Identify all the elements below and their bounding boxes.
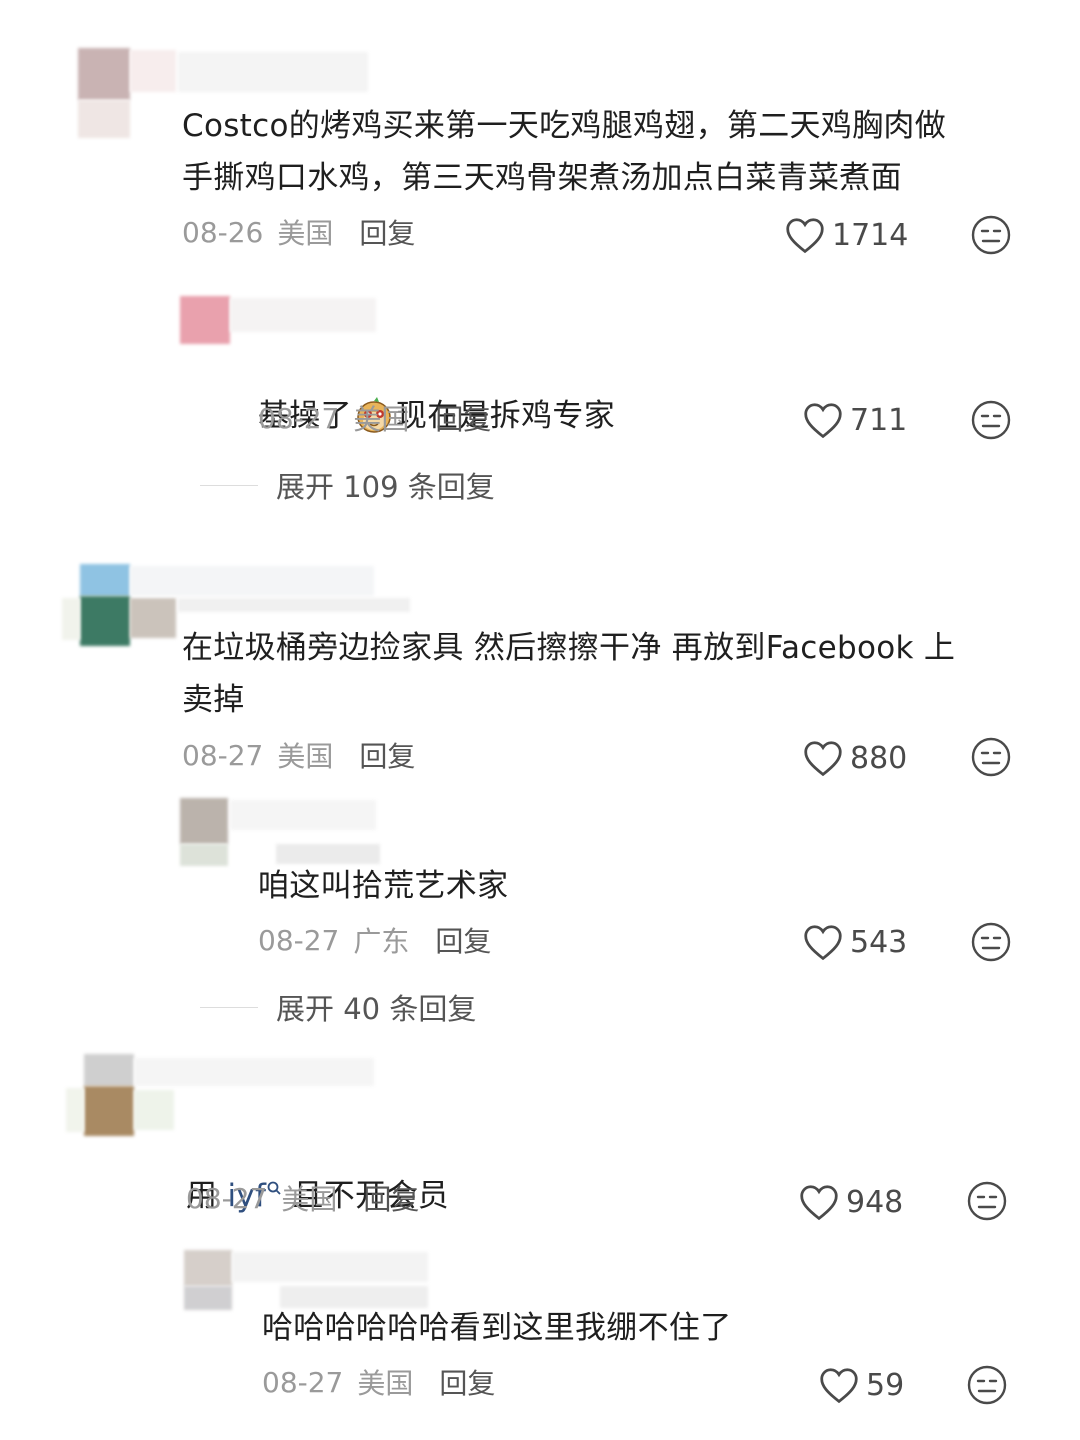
- heart-icon: [800, 1185, 838, 1221]
- comment-text: Costco的烤鸡买来第一天吃鸡腿鸡翅，第二天鸡胸肉做 手撕鸡口水鸡，第三天鸡骨…: [182, 108, 947, 196]
- divider-line: [200, 484, 258, 486]
- comment-date: 08-27: [186, 1181, 268, 1215]
- comment-location: 美国: [277, 740, 334, 773]
- heart-icon: [820, 1368, 858, 1404]
- reply-button[interactable]: 回复: [439, 1362, 495, 1402]
- reply-button[interactable]: 回复: [435, 398, 491, 438]
- like-button[interactable]: 948: [798, 1180, 903, 1224]
- divider-line: [200, 1006, 258, 1008]
- reply-meta: 08-27 广东 回复: [258, 920, 491, 960]
- comment-location: 美国: [277, 217, 334, 250]
- reply-meta: 08-27 美国 回复: [258, 398, 491, 438]
- comment-meta: 08-26 美国 回复: [182, 212, 415, 252]
- reply-date: 08-27: [258, 401, 340, 435]
- like-button[interactable]: 1714: [784, 213, 908, 257]
- like-count: 1714: [832, 217, 909, 253]
- comment-meta: 08-27 美国 回复: [182, 735, 415, 775]
- dislike-face-icon[interactable]: [966, 1364, 1008, 1406]
- reply-meta: 08-27 美国 回复: [262, 1362, 495, 1402]
- reply-button[interactable]: 回复: [359, 212, 415, 252]
- expand-replies-button[interactable]: 展开 40 条回复: [200, 986, 476, 1028]
- comment-date: 08-26: [182, 215, 264, 249]
- reply-button[interactable]: 回复: [359, 735, 415, 775]
- dislike-face-icon[interactable]: [970, 921, 1012, 963]
- like-button[interactable]: 59: [818, 1363, 904, 1407]
- comment-text: 在垃圾桶旁边捡家具 然后擦擦干净 再放到Facebook 上 卖掉: [182, 630, 956, 718]
- like-count: 880: [850, 740, 908, 776]
- reply-text: 哈哈哈哈哈哈看到这里我绷不住了: [262, 1310, 732, 1346]
- expand-replies-button[interactable]: 展开 109 条回复: [200, 464, 495, 506]
- heart-icon: [804, 403, 842, 439]
- like-button[interactable]: 711: [802, 398, 907, 442]
- reply-button[interactable]: 回复: [363, 1178, 419, 1218]
- like-button[interactable]: 543: [802, 920, 907, 964]
- heart-icon: [804, 925, 842, 961]
- reply-location: 美国: [357, 1367, 414, 1400]
- dislike-face-icon[interactable]: [970, 214, 1012, 256]
- like-count: 543: [850, 924, 908, 960]
- like-count: 948: [846, 1184, 904, 1220]
- reply-button[interactable]: 回复: [435, 920, 491, 960]
- like-button[interactable]: 880: [802, 736, 907, 780]
- reply-location: 广东: [353, 925, 410, 958]
- heart-icon: [786, 218, 824, 254]
- reply-location: 美国: [353, 403, 410, 436]
- dislike-face-icon[interactable]: [970, 399, 1012, 441]
- dislike-face-icon[interactable]: [966, 1180, 1008, 1222]
- comment-date: 08-27: [182, 738, 264, 772]
- reply-date: 08-27: [258, 923, 340, 957]
- comment-meta: 08-27 美国 回复: [186, 1178, 419, 1218]
- like-count: 59: [866, 1367, 905, 1403]
- reply-text: 咱这叫拾荒艺术家: [258, 868, 509, 904]
- reply-date: 08-27: [262, 1365, 344, 1399]
- heart-icon: [804, 741, 842, 777]
- like-count: 711: [850, 402, 908, 438]
- dislike-face-icon[interactable]: [970, 736, 1012, 778]
- comment-location: 美国: [281, 1183, 338, 1216]
